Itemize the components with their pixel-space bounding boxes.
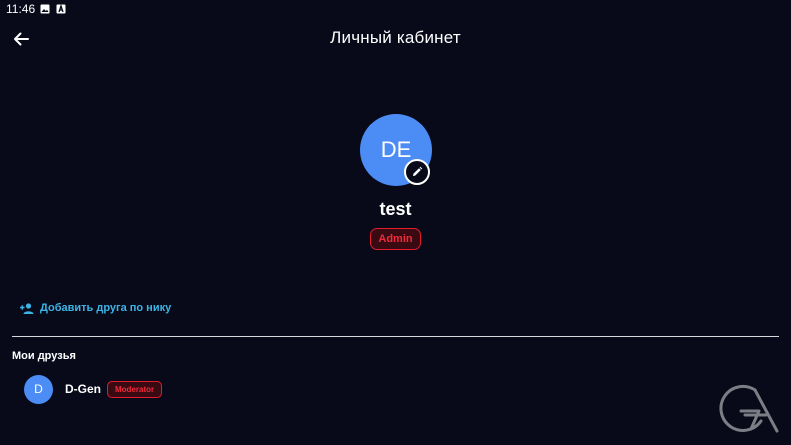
page-title: Личный кабинет	[330, 28, 461, 47]
image-icon	[40, 4, 50, 14]
divider	[12, 336, 779, 337]
profile-screen: 11:46 Личный кабинет DE test Admin Добав…	[0, 0, 791, 445]
friends-heading: Мои друзья	[12, 350, 76, 362]
pencil-icon	[413, 166, 423, 176]
watermark-logo	[719, 384, 779, 433]
add-friend-label: Добавить друга по нику	[40, 302, 172, 314]
edit-avatar-button[interactable]	[404, 159, 430, 185]
status-time: 11:46	[6, 2, 36, 16]
friend-avatar: D	[24, 374, 53, 404]
profile-avatar-container: DE	[360, 114, 432, 186]
status-bar: 11:46	[0, 0, 791, 18]
text-icon	[56, 4, 66, 14]
app-bar: Личный кабинет	[0, 18, 791, 58]
friend-name: D-Gen	[65, 382, 101, 396]
person-add-icon	[20, 302, 34, 314]
friend-avatar-initial: D	[34, 382, 43, 396]
username: test	[379, 199, 412, 219]
avatar-initials: DE	[380, 137, 412, 162]
friend-role-badge: Moderator	[107, 380, 163, 398]
role-badge: Admin	[370, 228, 421, 250]
add-friend-button[interactable]: Добавить друга по нику	[20, 298, 171, 318]
friend-list-item[interactable]: D D-Gen Moderator	[24, 374, 163, 404]
